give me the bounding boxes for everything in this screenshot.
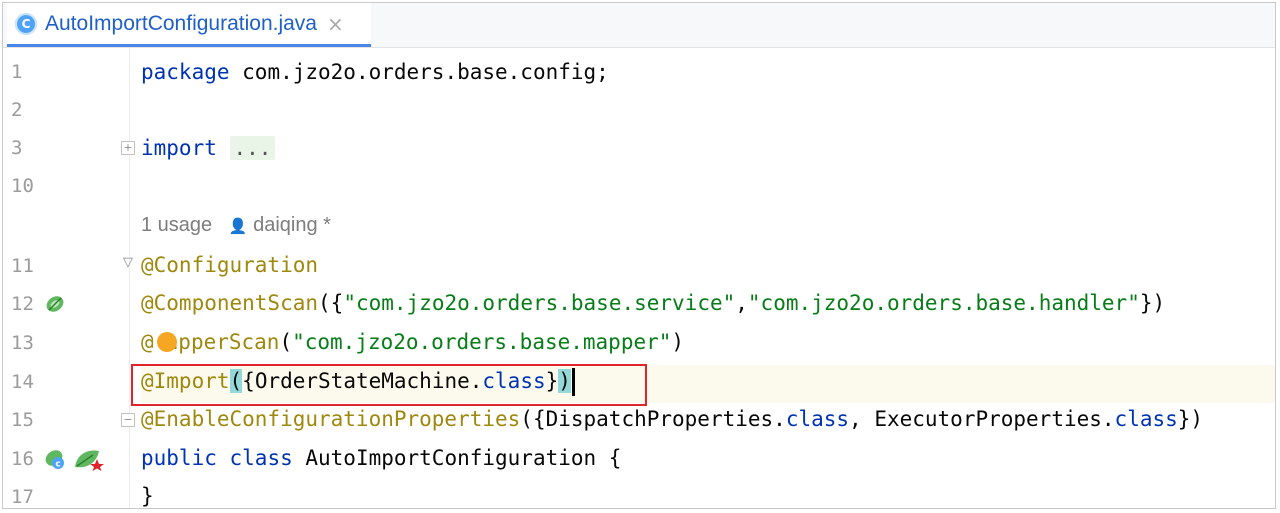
line-number: 17 xyxy=(11,486,34,508)
code-editor[interactable]: package com.jzo2o.orders.base.config; im… xyxy=(141,48,1275,508)
code-line-15: @EnableConfigurationProperties({Dispatch… xyxy=(141,402,1203,436)
punctuation: }) xyxy=(1139,291,1166,315)
inlay-hints: 1 usage 👤 daiqing * xyxy=(141,208,331,242)
svg-text:c: c xyxy=(55,460,60,470)
annotation-configuration: @Configuration xyxy=(141,253,319,277)
punctuation: ( xyxy=(279,330,293,354)
punctuation: , xyxy=(735,291,748,315)
line-number-gutter[interactable]: 1 2 3 10 11 12 13 14 15 16 17 c + ▽ − xyxy=(3,48,135,508)
code-line-17: } xyxy=(141,479,154,508)
line-number: 1 xyxy=(11,61,23,83)
code-line-13: @ apperScan("com.jzo2o.orders.base.mapper… xyxy=(141,325,684,359)
close-icon[interactable]: × xyxy=(327,12,344,36)
annotation-component-scan: @ComponentScan xyxy=(141,291,319,315)
code-line-1: package com.jzo2o.orders.base.config; xyxy=(141,55,609,89)
spring-bean-icon[interactable] xyxy=(43,292,67,316)
class-reference: , ExecutorProperties. xyxy=(849,407,1115,431)
annotation-enable-config-props: @EnableConfigurationProperties xyxy=(141,407,521,431)
tab-label: AutoImportConfiguration.java xyxy=(45,11,317,35)
keyword-class: class xyxy=(785,407,850,431)
punctuation: ) xyxy=(671,330,685,354)
spring-bean-icon[interactable]: c xyxy=(43,447,67,471)
usage-hint[interactable]: 1 usage xyxy=(141,214,212,236)
class-reference: ({DispatchProperties. xyxy=(520,407,786,431)
keyword-public: public xyxy=(141,446,217,470)
fold-collapse-icon[interactable]: ▽ xyxy=(121,256,135,271)
tab-auto-import-configuration[interactable]: C AutoImportConfiguration.java × xyxy=(7,3,371,47)
line-number: 3 xyxy=(11,137,23,159)
annotation-mapper-scan: apperScan xyxy=(165,330,280,354)
line-number: 10 xyxy=(11,175,34,197)
line-number: 15 xyxy=(11,409,34,431)
author-hint[interactable]: daiqing * xyxy=(253,214,331,236)
package-name: com.jzo2o.orders.base.config; xyxy=(229,60,609,84)
keyword-package: package xyxy=(141,60,230,84)
fold-expand-icon[interactable]: + xyxy=(121,141,135,155)
editor-tab-bar: C AutoImportConfiguration.java × xyxy=(3,3,1275,48)
class-declaration: AutoImportConfiguration { xyxy=(292,446,622,470)
spring-leaf-icon[interactable] xyxy=(73,447,105,471)
code-line-3: import ... xyxy=(141,131,276,165)
keyword-import: import xyxy=(141,136,217,160)
punctuation: ({ xyxy=(318,291,344,315)
line-number: 11 xyxy=(11,255,34,277)
annotation-at: @ xyxy=(141,330,154,354)
fold-marker-icon[interactable]: − xyxy=(121,413,135,427)
line-number: 14 xyxy=(11,371,34,393)
code-line-11: @Configuration xyxy=(141,248,318,282)
keyword-class: class xyxy=(1114,407,1178,431)
line-number: 2 xyxy=(11,99,23,121)
editor-window: C AutoImportConfiguration.java × 1 2 3 1… xyxy=(2,2,1276,509)
code-line-12: @ComponentScan({"com.jzo2o.orders.base.s… xyxy=(141,286,1165,320)
code-line-16: public class AutoImportConfiguration { xyxy=(141,441,621,475)
red-highlight-box xyxy=(131,364,647,406)
string-literal: "com.jzo2o.orders.base.service" xyxy=(343,291,736,315)
user-icon: 👤 xyxy=(228,218,248,235)
string-literal: "com.jzo2o.orders.base.handler" xyxy=(747,291,1140,315)
folded-imports[interactable]: ... xyxy=(229,136,276,160)
intention-bulb-icon[interactable] xyxy=(157,332,177,352)
punctuation: }) xyxy=(1177,407,1204,431)
closing-brace: } xyxy=(141,484,154,508)
line-number: 13 xyxy=(11,332,34,354)
string-literal: "com.jzo2o.orders.base.mapper" xyxy=(292,330,672,354)
keyword-class: class xyxy=(229,446,293,470)
java-class-icon: C xyxy=(15,12,37,35)
